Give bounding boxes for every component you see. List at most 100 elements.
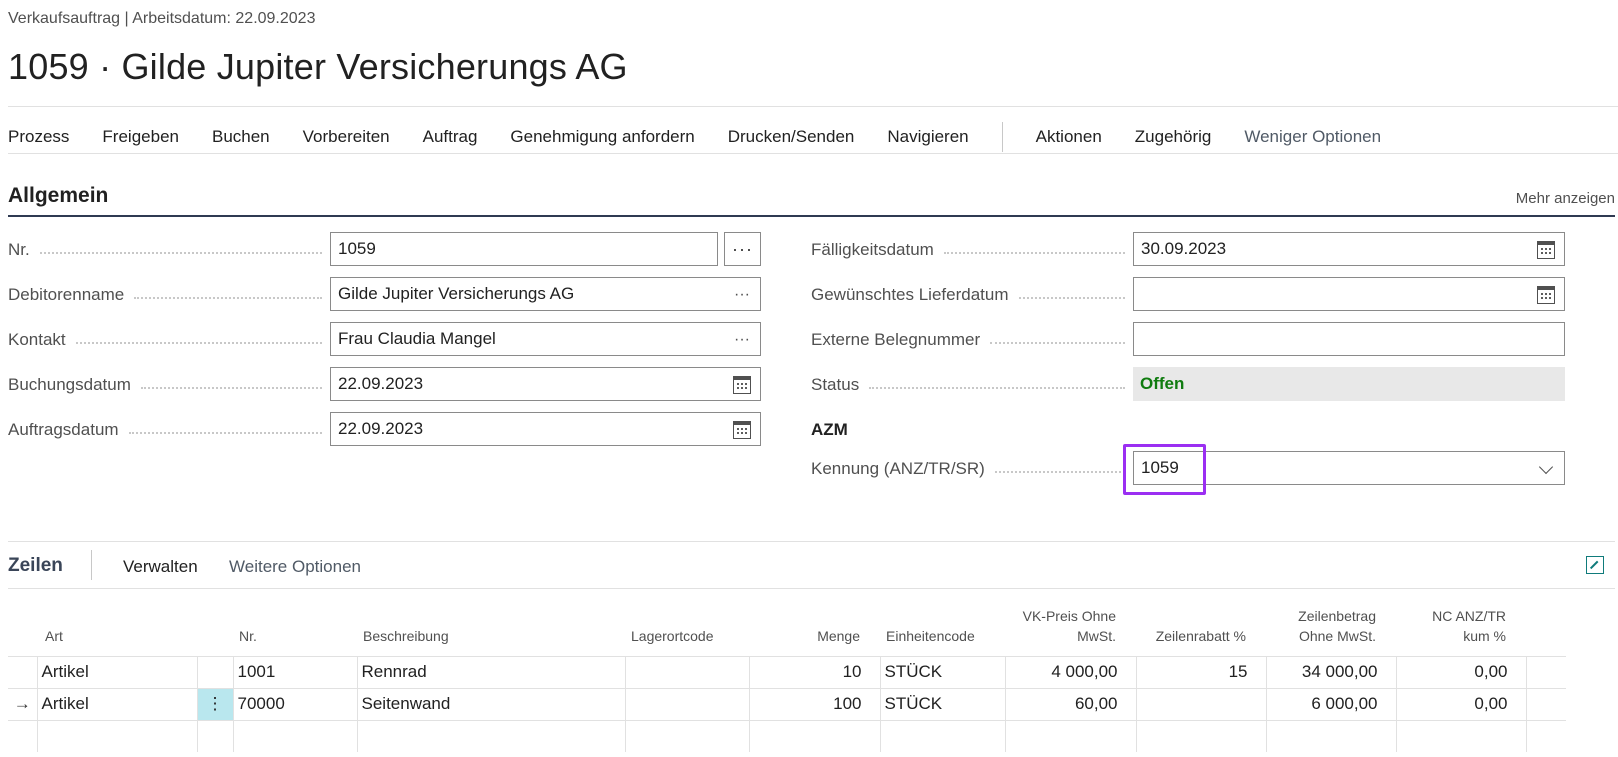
- col-nr[interactable]: Nr.: [233, 590, 357, 657]
- cell-lagerortcode[interactable]: [624, 655, 749, 688]
- kontakt-input[interactable]: Frau Claudia Mangel ···: [330, 322, 761, 356]
- col-menge[interactable]: Menge: [749, 590, 880, 657]
- action-buchen[interactable]: Buchen: [212, 127, 270, 147]
- cell-nc-anz-tr[interactable]: 0,00: [1395, 687, 1526, 720]
- col-lagerortcode[interactable]: Lagerortcode: [625, 590, 749, 657]
- lines-action-verwalten[interactable]: Verwalten: [123, 557, 198, 577]
- action-weniger-optionen[interactable]: Weniger Optionen: [1244, 127, 1381, 147]
- cell-lagerortcode[interactable]: [624, 719, 749, 752]
- table-row[interactable]: Artikel 1001 Rennrad 10 STÜCK 4 000,00 1…: [8, 655, 1566, 688]
- col-nc-anz-tr[interactable]: NC ANZ/TR kum %: [1396, 590, 1526, 657]
- col-actions: [197, 590, 233, 657]
- externe-belegnummer-input[interactable]: [1133, 322, 1565, 356]
- divider: [8, 106, 1618, 107]
- cell-nc-anz-tr[interactable]: [1395, 719, 1526, 752]
- col-vk-preis[interactable]: VK-Preis Ohne MwSt.: [1005, 590, 1136, 657]
- field-label-kennung: Kennung (ANZ/TR/SR): [811, 459, 1125, 479]
- more-vertical-icon[interactable]: ⋮: [207, 694, 224, 713]
- action-drucken-senden[interactable]: Drucken/Senden: [728, 127, 855, 147]
- row-menu-button[interactable]: ⋮: [196, 687, 233, 720]
- nr-assist-button[interactable]: ···: [724, 232, 761, 266]
- action-genehmigung-anfordern[interactable]: Genehmigung anfordern: [510, 127, 694, 147]
- expand-icon[interactable]: [1586, 556, 1604, 574]
- cell-filler: [1525, 655, 1566, 688]
- col-beschreibung[interactable]: Beschreibung: [357, 590, 625, 657]
- cell-nr[interactable]: [232, 719, 357, 752]
- cell-einheitencode[interactable]: STÜCK: [879, 655, 1005, 688]
- action-vorbereiten[interactable]: Vorbereiten: [303, 127, 390, 147]
- col-art[interactable]: Art: [37, 590, 197, 657]
- row-menu-button[interactable]: [196, 655, 233, 688]
- cell-zeilenrabatt[interactable]: 15: [1135, 655, 1266, 688]
- focus-highlight: [1123, 444, 1206, 495]
- cell-art[interactable]: Artikel: [36, 687, 197, 720]
- lieferdatum-input[interactable]: [1133, 277, 1565, 311]
- field-label-status: Status: [811, 375, 1125, 395]
- action-navigieren[interactable]: Navigieren: [887, 127, 968, 147]
- action-bar: Prozess Freigeben Buchen Vorbereiten Auf…: [8, 122, 1414, 152]
- cell-nr[interactable]: 70000: [232, 687, 357, 720]
- breadcrumb: Verkaufsauftrag | Arbeitsdatum: 22.09.20…: [8, 10, 316, 27]
- calendar-icon[interactable]: [1536, 285, 1556, 305]
- cell-einheitencode[interactable]: STÜCK: [879, 687, 1005, 720]
- status-value: Offen: [1133, 367, 1565, 401]
- cell-zeilenbetrag[interactable]: [1265, 719, 1396, 752]
- cell-nr[interactable]: 1001: [232, 655, 357, 688]
- cell-art[interactable]: Artikel: [36, 655, 197, 688]
- field-label-debitorenname: Debitorenname: [8, 285, 322, 305]
- cell-menge[interactable]: [748, 719, 880, 752]
- nr-input[interactable]: 1059: [330, 232, 718, 266]
- cell-zeilenrabatt[interactable]: [1135, 719, 1266, 752]
- auftragsdatum-input[interactable]: 22.09.2023: [330, 412, 761, 446]
- row-marker: [8, 719, 37, 752]
- chevron-down-icon[interactable]: [1536, 459, 1556, 479]
- cell-vk-preis[interactable]: 4 000,00: [1004, 655, 1136, 688]
- cell-vk-preis[interactable]: [1004, 719, 1136, 752]
- table-row[interactable]: → Artikel ⋮ 70000 Seitenwand 100 STÜCK 6…: [8, 687, 1566, 720]
- cell-art[interactable]: [36, 719, 197, 752]
- cell-vk-preis[interactable]: 60,00: [1004, 687, 1136, 720]
- field-label-kontakt: Kontakt: [8, 330, 322, 350]
- action-aktionen[interactable]: Aktionen: [1036, 127, 1102, 147]
- lines-title[interactable]: Zeilen: [8, 555, 63, 577]
- ellipsis-icon[interactable]: ···: [732, 330, 752, 350]
- group-label-azm: AZM: [811, 420, 848, 439]
- cell-beschreibung[interactable]: [356, 719, 625, 752]
- field-label-auftragsdatum: Auftragsdatum: [8, 420, 322, 440]
- table-row-empty[interactable]: [8, 719, 1566, 752]
- action-prozess[interactable]: Prozess: [8, 127, 69, 147]
- col-zeilenbetrag[interactable]: Zeilenbetrag Ohne MwSt.: [1266, 590, 1396, 657]
- divider: [8, 541, 1615, 542]
- buchungsdatum-input[interactable]: 22.09.2023: [330, 367, 761, 401]
- col-zeilenrabatt[interactable]: Zeilenrabatt %: [1136, 590, 1266, 657]
- show-more-link[interactable]: Mehr anzeigen: [1516, 190, 1615, 207]
- cell-zeilenrabatt[interactable]: [1135, 687, 1266, 720]
- cell-lagerortcode[interactable]: [624, 687, 749, 720]
- cell-beschreibung[interactable]: Rennrad: [356, 655, 625, 688]
- cell-einheitencode[interactable]: [879, 719, 1005, 752]
- cell-beschreibung[interactable]: Seitenwand: [356, 687, 625, 720]
- section-title-allgemein[interactable]: Allgemein: [8, 184, 108, 208]
- cell-zeilenbetrag[interactable]: 34 000,00: [1265, 655, 1396, 688]
- col-einheitencode[interactable]: Einheitencode: [880, 590, 1005, 657]
- action-freigeben[interactable]: Freigeben: [102, 127, 179, 147]
- ellipsis-icon[interactable]: ···: [732, 285, 752, 305]
- calendar-icon[interactable]: [732, 420, 752, 440]
- action-separator: [1001, 122, 1003, 152]
- calendar-icon[interactable]: [732, 375, 752, 395]
- calendar-icon[interactable]: [1536, 240, 1556, 260]
- divider: [8, 153, 1618, 154]
- action-zugehoerig[interactable]: Zugehörig: [1135, 127, 1212, 147]
- field-label-externe-belegnummer: Externe Belegnummer: [811, 330, 1125, 350]
- faelligkeitsdatum-input[interactable]: 30.09.2023: [1133, 232, 1565, 266]
- row-menu-button[interactable]: [196, 719, 233, 752]
- lines-separator: [91, 550, 92, 580]
- cell-menge[interactable]: 100: [748, 687, 880, 720]
- field-label-lieferdatum: Gewünschtes Lieferdatum: [811, 285, 1125, 305]
- debitorenname-input[interactable]: Gilde Jupiter Versicherungs AG ···: [330, 277, 761, 311]
- action-auftrag[interactable]: Auftrag: [423, 127, 478, 147]
- cell-nc-anz-tr[interactable]: 0,00: [1395, 655, 1526, 688]
- lines-action-weitere-optionen[interactable]: Weitere Optionen: [229, 557, 361, 577]
- cell-menge[interactable]: 10: [748, 655, 880, 688]
- cell-zeilenbetrag[interactable]: 6 000,00: [1265, 687, 1396, 720]
